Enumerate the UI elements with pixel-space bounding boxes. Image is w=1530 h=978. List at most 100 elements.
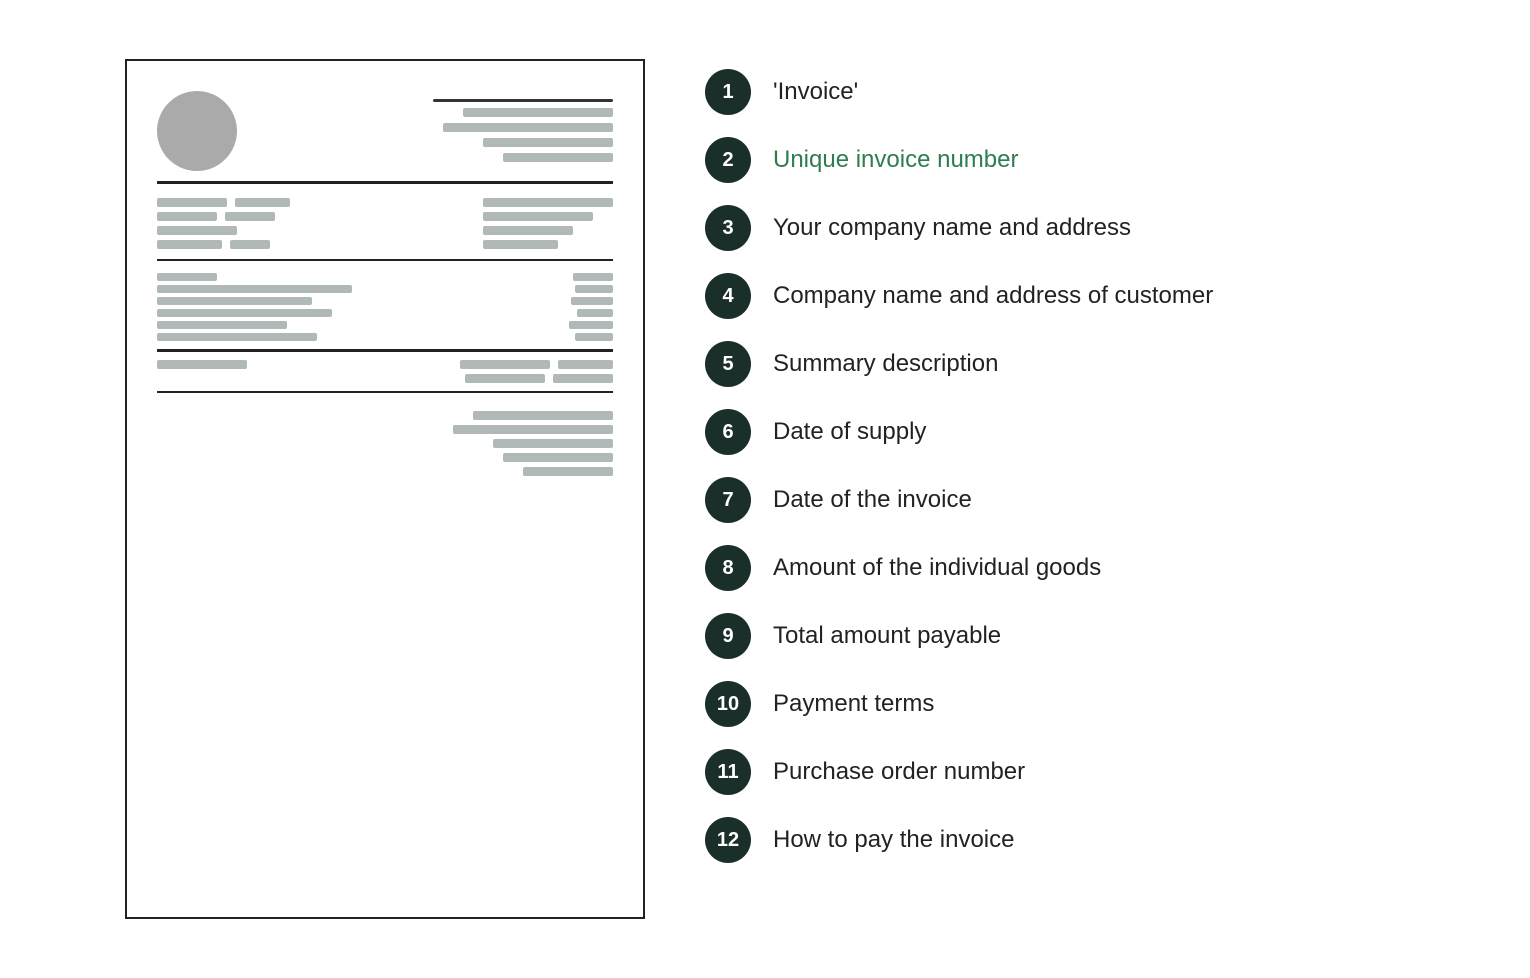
address-right [483,198,613,249]
item-label-3: Your company name and address [773,214,1131,243]
item-desc-short [157,273,217,281]
line-item-row [157,285,613,293]
address-section [157,198,613,249]
line-item-row [157,333,613,341]
number-badge-3: 3 [705,205,751,251]
number-badge-8: 8 [705,545,751,591]
list-item-9: 9 Total amount payable [705,613,1405,659]
item-amount [569,321,613,329]
list-item-7: 7Date of the invoice [705,477,1405,523]
list-item-2: 2 Unique invoice number [705,137,1405,183]
item-amount [571,297,613,305]
addr-block [225,212,275,221]
item-desc [157,297,312,305]
addr-row-2 [157,212,290,221]
item-desc [157,309,332,317]
main-container: 1 'Invoice' 2 Unique invoice number 3 Your co… [65,19,1465,959]
list-item-6: 6 Date of supply [705,409,1405,455]
divider-4 [157,391,613,394]
item-label-9: Total amount payable [773,622,1001,651]
list-item-3: 3 Your company name and address [705,205,1405,251]
addr-r-block [483,198,613,207]
item-label-11: Purchase order number [773,758,1025,787]
header-line-top [433,99,613,102]
line-item-row [157,297,613,305]
list-item-4: 4 Company name and address of customer [705,273,1405,319]
line-item-row [157,273,613,281]
list-item-12: 12 How to pay the invoice [705,817,1405,863]
addr-row-1 [157,198,290,207]
addr-block [230,240,270,249]
payment-line [473,411,613,420]
numbered-list: 1 'Invoice' 2 Unique invoice number 3 Your co… [705,59,1405,863]
item-label-6: Date of supply [773,418,926,447]
item-amounts [573,273,613,281]
item-desc [157,285,352,293]
item-label-12: How to pay the invoice [773,826,1014,855]
list-item-1: 1 'Invoice' [705,69,1405,115]
item-label-5: Summary description [773,350,998,379]
total-row-2 [465,374,613,383]
addr-block [157,226,237,235]
number-badge-12: 12 [705,817,751,863]
divider-2 [157,259,613,262]
list-item-8: 8 Amount of the individual goods [705,545,1405,591]
addr-block [157,240,222,249]
item-desc [157,321,287,329]
number-badge-9: 9 [705,613,751,659]
item-amount [573,273,613,281]
number-badge-4: 4 [705,273,751,319]
number-badge-11: 11 [705,749,751,795]
addr-r-block [483,226,573,235]
item-label-10: Payment terms [773,690,934,719]
item-desc [157,333,317,341]
item-label-1: 'Invoice' [773,78,858,107]
header-line-4 [503,153,613,162]
list-item-11: 11 Purchase order number [705,749,1405,795]
payment-line [453,425,613,434]
item-label-2: Unique invoice number [773,146,1018,175]
header-address-lines [433,99,613,162]
line-items-section [157,273,613,341]
number-badge-5: 5 [705,341,751,387]
total-label [460,360,550,369]
item-label-8: Amount of the individual goods [773,554,1101,583]
total-value [553,374,613,383]
number-badge-2: 2 [705,137,751,183]
addr-row-4 [157,240,290,249]
payment-line [503,453,613,462]
totals-left [157,360,247,383]
addr-block [235,198,290,207]
payment-section [157,411,613,476]
addr-r-block [483,240,558,249]
payment-line [493,439,613,448]
divider-1 [157,181,613,184]
item-label-4: Company name and address of customer [773,282,1213,311]
number-badge-10: 10 [705,681,751,727]
total-value [558,360,613,369]
addr-block [157,212,217,221]
header-line-2 [443,123,613,132]
item-amount [575,285,613,293]
company-logo [157,91,237,171]
invoice-document [125,59,645,919]
divider-3 [157,349,613,352]
line-item-row [157,309,613,317]
address-left [157,198,290,249]
totals-label [157,360,247,369]
number-badge-6: 6 [705,409,751,455]
total-row-1 [460,360,613,369]
list-item-10: 10 Payment terms [705,681,1405,727]
invoice-header [157,91,613,171]
header-line-3 [483,138,613,147]
addr-block [157,198,227,207]
total-label [465,374,545,383]
item-amount [577,309,613,317]
header-line-1 [463,108,613,117]
addr-r-block [483,212,593,221]
item-label-7: Date of the invoice [773,486,972,515]
item-amount [575,333,613,341]
payment-line [523,467,613,476]
totals-right [460,360,613,383]
number-badge-1: 1 [705,69,751,115]
